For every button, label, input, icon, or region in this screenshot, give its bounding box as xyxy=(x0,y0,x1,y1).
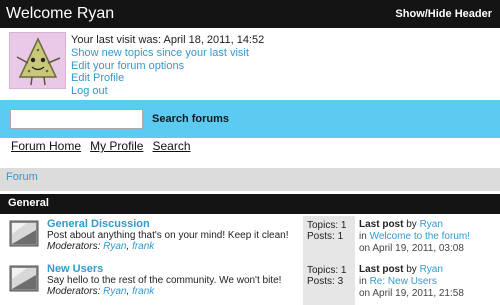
last-post-topic-link[interactable]: Re: New Users xyxy=(370,276,437,287)
posts-count: Posts: 3 xyxy=(307,276,344,287)
welcome-title: Welcome Ryan xyxy=(6,5,115,22)
last-post-date: on April 19, 2011, 03:08 xyxy=(359,243,464,254)
last-post-topic-link[interactable]: Welcome to the forum! xyxy=(370,231,470,242)
forum-icon xyxy=(9,265,39,292)
forum-row: New Users Say hello to the rest of the c… xyxy=(0,261,500,305)
tree-character-icon xyxy=(16,37,61,86)
in-text: in xyxy=(359,231,367,242)
forum-stats-cell: Topics: 1 Posts: 1 xyxy=(303,216,355,261)
by-text: by xyxy=(406,219,417,230)
main-nav: Forum Home My Profile Search xyxy=(11,139,197,153)
last-post-cell: Last post by Ryan in Welcome to the foru… xyxy=(355,216,500,261)
show-hide-header-button[interactable]: Show/Hide Header xyxy=(395,8,492,20)
in-text: in xyxy=(359,276,367,287)
last-post-cell: Last post by Ryan in Re: New Users on Ap… xyxy=(355,261,500,305)
edit-forum-options-link[interactable]: Edit your forum options xyxy=(71,60,249,73)
last-post-in: in Welcome to the forum! xyxy=(359,231,470,242)
category-header: General xyxy=(0,194,500,214)
last-post-date: on April 19, 2011, 21:58 xyxy=(359,288,464,299)
search-bar: Search forums xyxy=(0,100,500,138)
last-post-in: in Re: New Users xyxy=(359,276,437,287)
breadcrumb: Forum xyxy=(0,168,500,191)
forum-row: General Discussion Post about anything t… xyxy=(0,216,500,261)
forum-main-cell: New Users Say hello to the rest of the c… xyxy=(0,261,303,305)
last-post-by: Last post by Ryan xyxy=(359,219,443,230)
search-input[interactable] xyxy=(10,109,143,129)
nav-search[interactable]: Search xyxy=(152,139,190,153)
moderator-link[interactable]: frank xyxy=(132,286,154,297)
moderators-label: Moderators: xyxy=(47,241,101,252)
forum-description: Say hello to the rest of the community. … xyxy=(47,275,282,286)
posts-count: Posts: 1 xyxy=(307,231,344,242)
last-post-user-link[interactable]: Ryan xyxy=(420,264,443,275)
show-new-topics-link[interactable]: Show new topics since your last visit xyxy=(71,47,249,60)
last-visit-text: Your last visit was: April 18, 2011, 14:… xyxy=(71,34,265,46)
last-post-by: Last post by Ryan xyxy=(359,264,443,275)
profile-panel: Your last visit was: April 18, 2011, 14:… xyxy=(0,28,500,100)
last-post-user-link[interactable]: Ryan xyxy=(420,219,443,230)
log-out-link[interactable]: Log out xyxy=(71,85,249,98)
moderator-link[interactable]: Ryan xyxy=(103,286,126,297)
moderators-label: Moderators: xyxy=(47,286,101,297)
forum-title-link[interactable]: New Users xyxy=(47,263,103,275)
header-bar: Welcome Ryan Show/Hide Header xyxy=(0,0,500,28)
forum-icon xyxy=(9,220,39,247)
search-forums-button[interactable]: Search forums xyxy=(152,113,229,125)
last-post-label: Last post xyxy=(359,219,404,230)
profile-links: Show new topics since your last visit Ed… xyxy=(71,47,249,97)
category-title: General xyxy=(8,197,49,209)
moderator-link[interactable]: frank xyxy=(132,241,154,252)
last-post-label: Last post xyxy=(359,264,404,275)
edit-profile-link[interactable]: Edit Profile xyxy=(71,72,249,85)
forum-moderators: Moderators: Ryan, frank xyxy=(47,241,154,252)
forum-description: Post about anything that's on your mind!… xyxy=(47,230,289,241)
forum-main-cell: General Discussion Post about anything t… xyxy=(0,216,303,261)
nav-my-profile[interactable]: My Profile xyxy=(90,139,143,153)
forum-stats-cell: Topics: 1 Posts: 3 xyxy=(303,261,355,305)
moderator-link[interactable]: Ryan xyxy=(103,241,126,252)
by-text: by xyxy=(406,264,417,275)
avatar[interactable] xyxy=(9,32,66,89)
topics-count: Topics: 1 xyxy=(307,265,347,276)
nav-forum-home[interactable]: Forum Home xyxy=(11,139,81,153)
topics-count: Topics: 1 xyxy=(307,220,347,231)
forum-title-link[interactable]: General Discussion xyxy=(47,218,150,230)
breadcrumb-forum-link[interactable]: Forum xyxy=(6,171,38,183)
forum-moderators: Moderators: Ryan, frank xyxy=(47,286,154,297)
